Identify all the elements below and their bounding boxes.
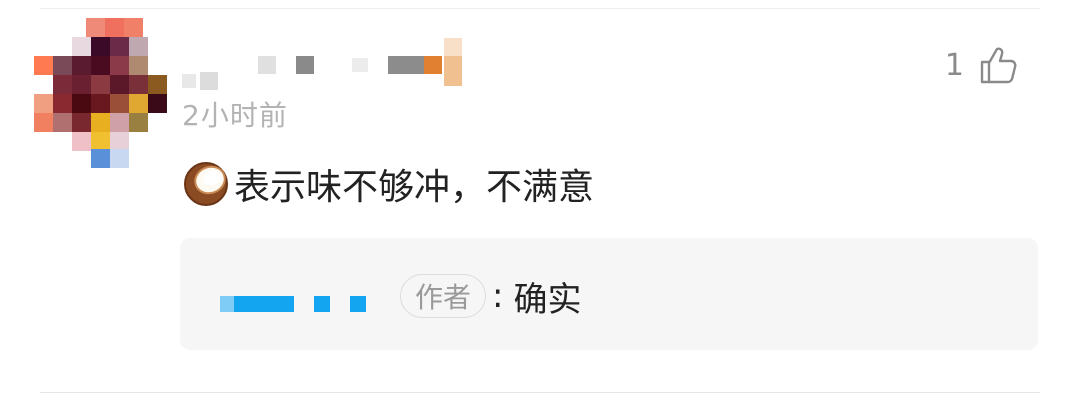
username[interactable] [182,36,482,96]
reply-separator: : [492,276,504,316]
author-badge: 作者 [400,274,487,318]
like-button[interactable]: 1 [945,40,1020,90]
thumbs-up-icon[interactable] [978,44,1020,86]
avatar[interactable] [34,18,167,168]
like-count: 1 [944,47,964,83]
reply-username[interactable] [220,296,380,314]
reply-content: : 确实 [492,272,581,320]
comment-timestamp: 2小时前 [182,99,288,132]
bottom-divider [40,392,1040,393]
reply-box[interactable]: 作者 : 确实 [180,238,1038,350]
coconut-icon [182,160,230,208]
comment-text: 表示味不够冲，不满意 [234,167,595,208]
comment-item: 2小时前 1 表示味不够冲，不满意 作者: 确实 [0,0,1080,408]
top-divider [40,8,1040,9]
comment-body: 表示味不够冲，不满意 [182,156,594,212]
reply-text: 确实 [513,279,582,320]
